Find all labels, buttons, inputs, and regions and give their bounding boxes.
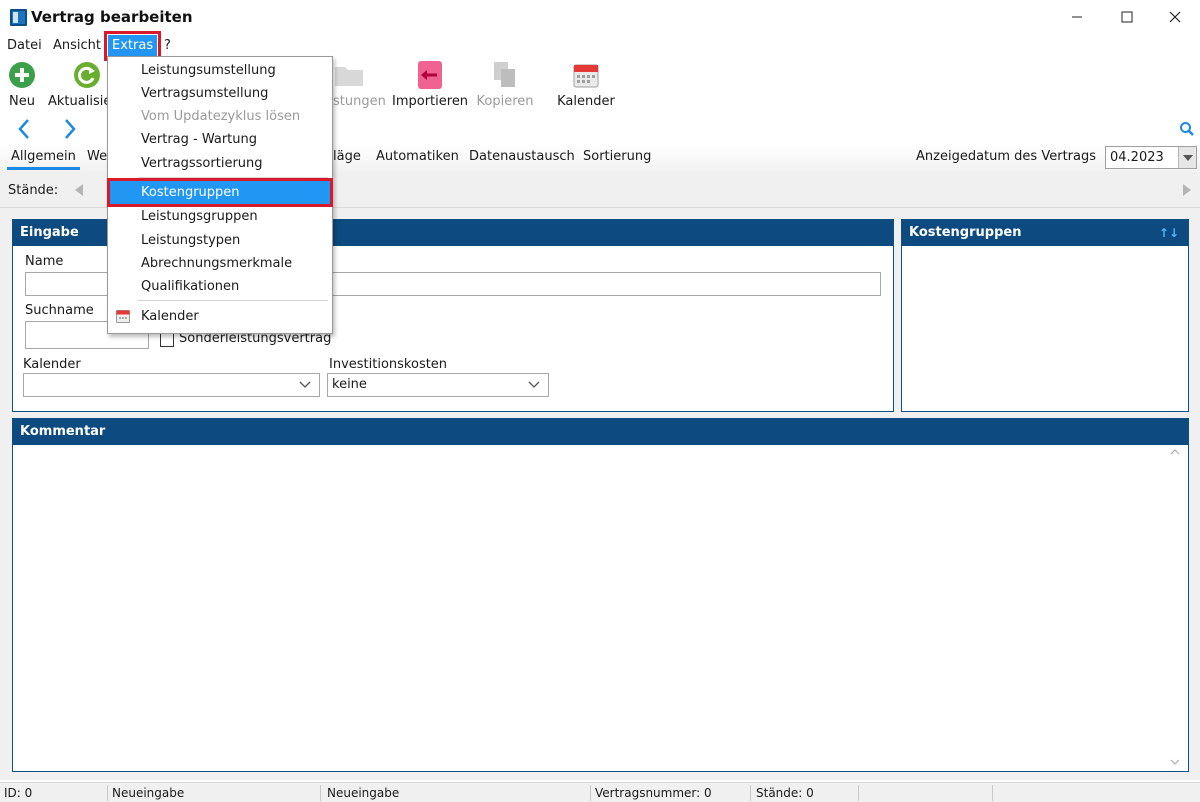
- minimize-button[interactable]: [1054, 4, 1100, 30]
- menu-datei[interactable]: Datei: [3, 35, 46, 57]
- scroll-down-icon[interactable]: [1170, 759, 1180, 765]
- chevron-down-icon: [1182, 154, 1193, 161]
- status-vertragsnummer: Vertragsnummer: 0: [595, 786, 712, 800]
- menu-item-kalender[interactable]: Kalender: [108, 305, 332, 328]
- kommentar-header: Kommentar: [13, 419, 1188, 445]
- copy-button[interactable]: Kopieren: [475, 58, 535, 109]
- menu-item-vertrag-wartung[interactable]: Vertrag - Wartung: [108, 128, 332, 151]
- investitionskosten-select[interactable]: keine: [327, 373, 549, 397]
- leistungen-button[interactable]: stungen: [333, 58, 385, 109]
- maximize-button[interactable]: [1104, 4, 1150, 30]
- sonderleistung-checkbox[interactable]: [160, 333, 174, 347]
- refresh-button[interactable]: Aktualisie: [46, 58, 108, 109]
- status-mode-2: Neueingabe: [327, 786, 400, 800]
- menu-item-leistungstypen[interactable]: Leistungstypen: [108, 229, 332, 252]
- status-staende: Stände: 0: [756, 786, 814, 800]
- staende-label: Stände:: [8, 183, 59, 198]
- tab-we[interactable]: We: [87, 148, 107, 170]
- extras-menu: Leistungsumstellung Vertragsumstellung V…: [107, 56, 333, 334]
- kostengruppen-panel: Kostengruppen ↑↓: [901, 219, 1189, 412]
- staende-prev-icon[interactable]: [75, 184, 83, 196]
- calendar-icon: [116, 310, 130, 323]
- investitionskosten-label: Investitionskosten: [329, 357, 448, 372]
- anzeigedatum-select[interactable]: 04.2023: [1105, 146, 1197, 169]
- chevron-down-icon: [299, 381, 311, 388]
- sort-icon[interactable]: ↑↓: [1159, 220, 1179, 246]
- search-button[interactable]: [1175, 116, 1199, 142]
- menu-separator: [138, 300, 328, 301]
- search-icon: [1180, 122, 1194, 136]
- menu-help[interactable]: ?: [160, 35, 175, 57]
- staende-next-icon[interactable]: [1183, 184, 1191, 196]
- copy-icon: [494, 62, 515, 87]
- kostengruppen-header: Kostengruppen ↑↓: [902, 220, 1188, 246]
- menu-item-qualifikationen[interactable]: Qualifikationen: [108, 275, 332, 298]
- close-button[interactable]: [1152, 4, 1198, 30]
- menu-item-kostengruppen[interactable]: Kostengruppen: [107, 178, 333, 207]
- status-mode-1: Neueingabe: [112, 786, 185, 800]
- kommentar-panel: Kommentar: [12, 418, 1189, 772]
- chevron-down-icon: [528, 381, 540, 388]
- status-bar: ID: 0 Neueingabe Neueingabe Vertragsnumm…: [0, 782, 1200, 802]
- menu-item-leistungsumstellung[interactable]: Leistungsumstellung: [108, 59, 332, 82]
- forward-button[interactable]: [58, 116, 82, 142]
- kalender-select[interactable]: [23, 373, 320, 397]
- title-bar: Vertrag bearbeiten: [0, 0, 1200, 34]
- menu-item-vertragsumstellung[interactable]: Vertragsumstellung: [108, 82, 332, 105]
- tab-automatiken[interactable]: Automatiken: [376, 148, 459, 170]
- calendar-icon: [573, 64, 599, 88]
- kommentar-textarea[interactable]: [13, 445, 1188, 771]
- folder-icon: [335, 67, 363, 86]
- plus-icon: [9, 62, 35, 88]
- close-icon: [1169, 11, 1181, 23]
- menu-item-vertragssortierung[interactable]: Vertragssortierung: [108, 152, 332, 175]
- chevron-left-icon: [18, 119, 29, 139]
- back-button[interactable]: [12, 116, 36, 142]
- app-icon: [10, 9, 27, 26]
- tab-vorschlaege[interactable]: läge: [333, 148, 361, 170]
- menu-item-updatezyklus-loesen: Vom Updatezyklus lösen: [141, 109, 301, 124]
- calendar-button[interactable]: Kalender: [556, 58, 616, 109]
- tab-sortierung[interactable]: Sortierung: [583, 148, 651, 170]
- tab-allgemein[interactable]: Allgemein: [7, 148, 80, 170]
- anzeigedatum-label: Anzeigedatum des Vertrags: [916, 149, 1096, 164]
- minimize-icon: [1072, 16, 1082, 18]
- menu-item-leistungsgruppen[interactable]: Leistungsgruppen: [108, 205, 332, 228]
- refresh-icon: [74, 62, 100, 88]
- menu-bar: Datei Ansicht Extras ?: [0, 31, 1200, 61]
- menu-ansicht[interactable]: Ansicht: [49, 35, 105, 57]
- menu-extras[interactable]: Extras: [103, 31, 162, 61]
- suchname-label: Suchname: [25, 303, 94, 318]
- import-icon: [418, 61, 442, 89]
- name-label: Name: [25, 254, 64, 269]
- kalender-label: Kalender: [23, 357, 81, 372]
- tab-datenaustausch[interactable]: Datenaustausch: [469, 148, 575, 170]
- chevron-right-icon: [65, 119, 76, 139]
- new-button[interactable]: Neu: [4, 58, 40, 109]
- window-title: Vertrag bearbeiten: [31, 8, 193, 26]
- status-id: ID: 0: [4, 786, 33, 800]
- menu-separator: [138, 177, 328, 178]
- import-button[interactable]: Importieren: [392, 58, 468, 109]
- menu-item-abrechnungsmerkmale[interactable]: Abrechnungsmerkmale: [108, 252, 332, 275]
- dropdown-button[interactable]: [1178, 147, 1196, 168]
- scroll-up-icon[interactable]: [1170, 449, 1180, 455]
- maximize-icon: [1121, 11, 1133, 23]
